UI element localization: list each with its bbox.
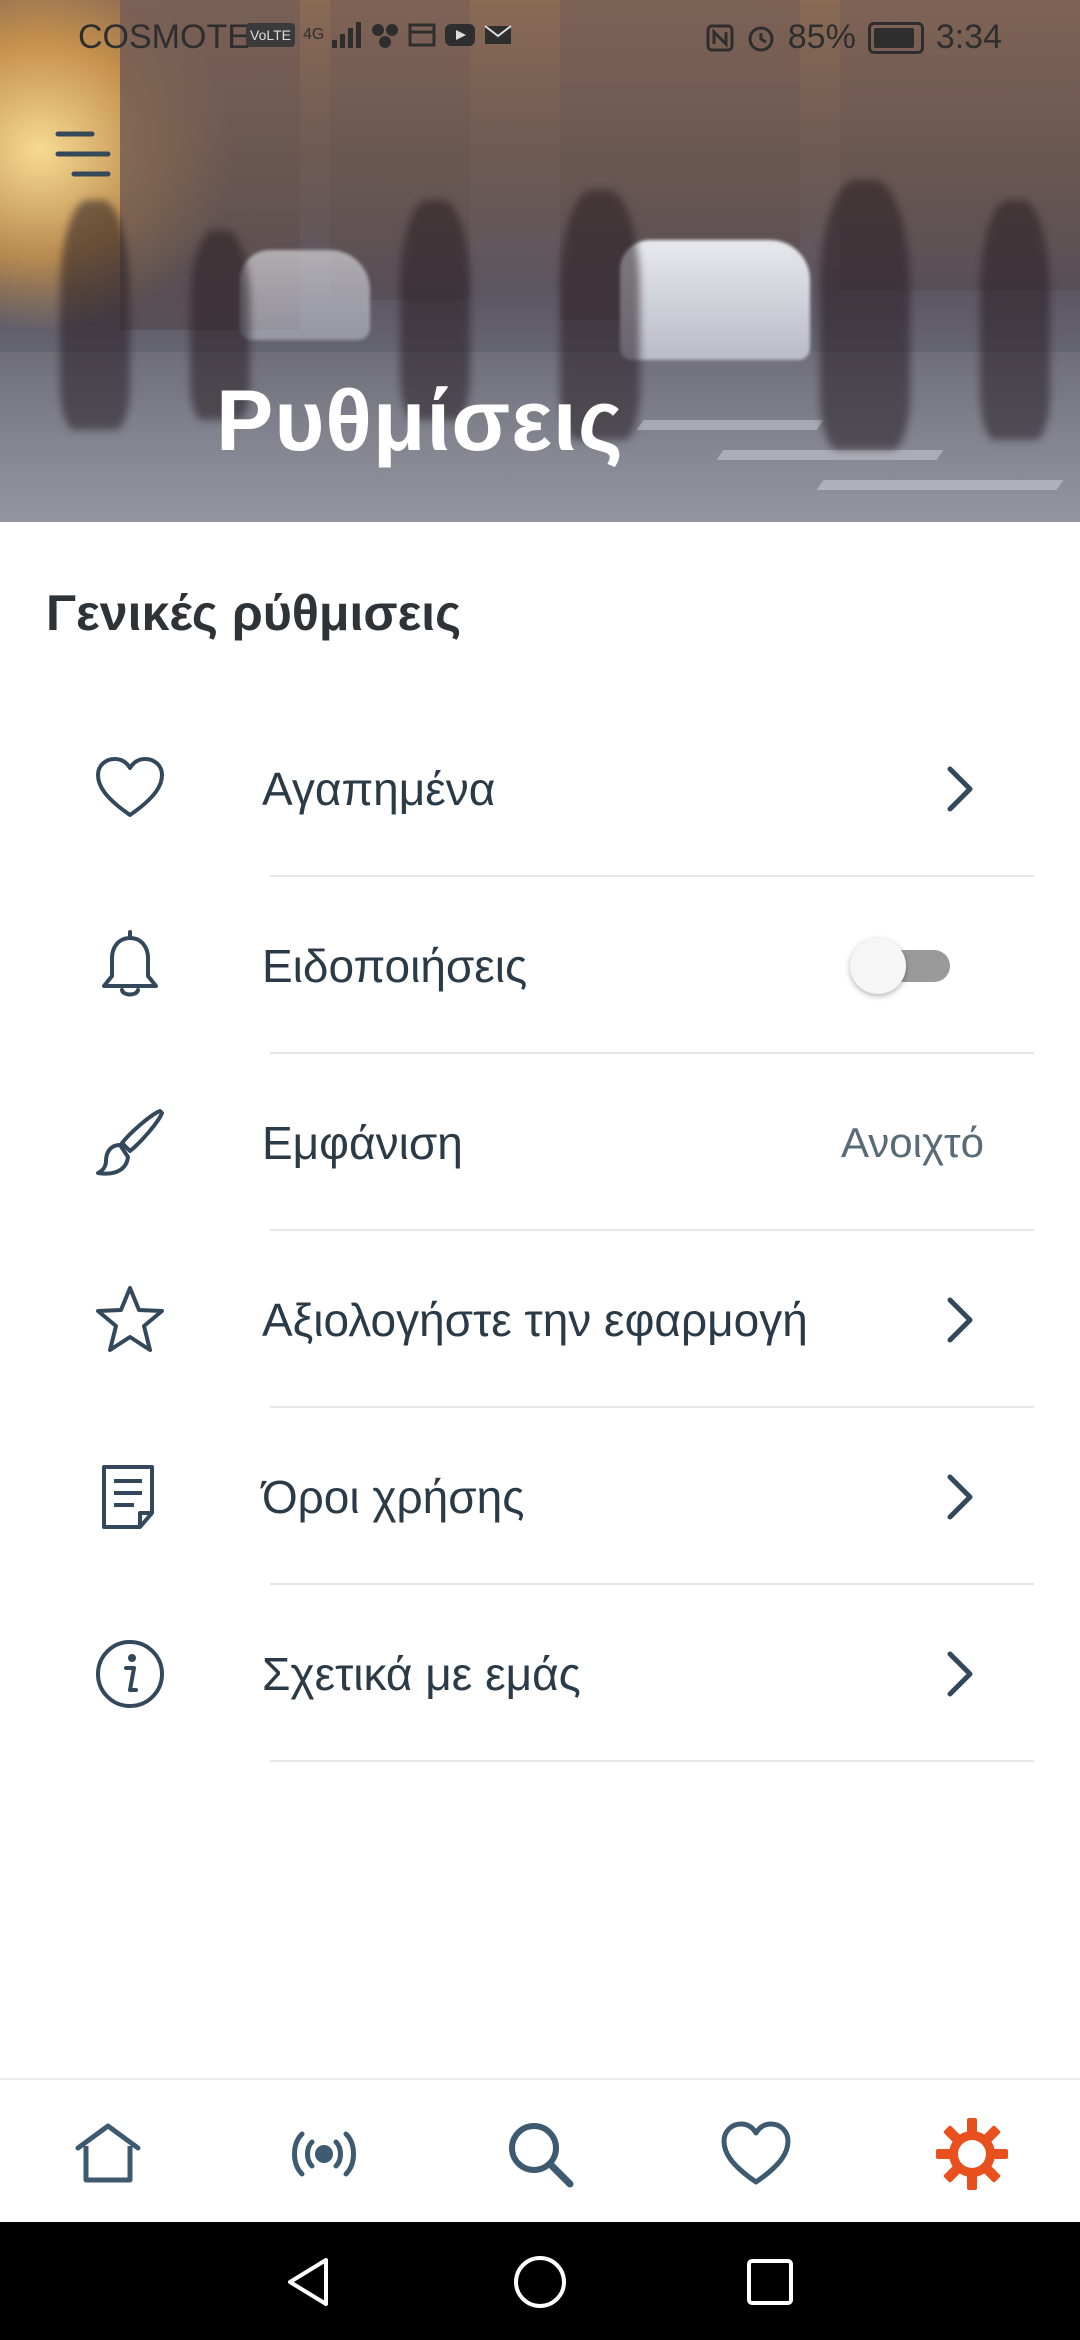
- section-title: Γενικές ρύθμισεις: [46, 585, 462, 641]
- heart-icon: [721, 2121, 791, 2185]
- settings-item-rate-app[interactable]: Αξιολογήστε την εφαρμογή: [0, 1231, 1080, 1408]
- settings-item-label: Αξιολογήστε την εφαρμογή: [262, 1293, 808, 1346]
- settings-item-appearance[interactable]: Εμφάνιση Ανοιχτό: [0, 1054, 1080, 1231]
- status-icons: VoLTE 4G: [246, 22, 512, 48]
- appearance-value: Ανοιχτό: [841, 1118, 984, 1166]
- nav-home[interactable]: [68, 2114, 148, 2194]
- network-type: 4G: [303, 26, 325, 43]
- background-person: [60, 200, 130, 430]
- background-crosswalk: [636, 420, 824, 430]
- settings-item-label: Ειδοποιήσεις: [262, 939, 528, 992]
- background-car: [240, 250, 370, 340]
- nav-favorites[interactable]: [716, 2114, 796, 2194]
- system-recents-button[interactable]: [740, 2252, 800, 2312]
- nav-settings[interactable]: [932, 2114, 1012, 2194]
- chevron-right-icon: [947, 1651, 973, 1696]
- system-navigation-bar: [0, 2222, 1080, 2340]
- system-home-button[interactable]: [510, 2252, 570, 2312]
- info-icon: [96, 1639, 164, 1708]
- settings-item-favorites[interactable]: Αγαπημένα: [0, 700, 1080, 877]
- settings-item-label: Όροι χρήσης: [262, 1470, 525, 1523]
- toggle-thumb: [850, 937, 906, 994]
- background-person: [980, 200, 1050, 440]
- home-circle-icon: [514, 2256, 566, 2308]
- youtube-icon: [445, 24, 476, 46]
- nav-search[interactable]: [500, 2114, 580, 2194]
- signal-icon: [332, 22, 362, 48]
- status-bar: COSMOTE VoLTE 4G 85% 3:34: [0, 0, 1080, 74]
- home-icon: [75, 2123, 141, 2183]
- background-car: [620, 240, 810, 360]
- settings-item-label: Αγαπημένα: [262, 762, 496, 815]
- nav-live-radio[interactable]: [284, 2114, 364, 2194]
- status-right-group: 85% 3:34: [706, 18, 1002, 57]
- gear-icon: [936, 2118, 1008, 2190]
- chevron-right-icon: [947, 766, 973, 811]
- search-icon: [509, 2123, 574, 2188]
- hamburger-menu-icon: [55, 131, 111, 177]
- brush-icon: [96, 1108, 164, 1176]
- app-notification-icon: [372, 24, 399, 48]
- star-icon: [96, 1285, 164, 1352]
- menu-button[interactable]: [52, 124, 116, 188]
- bell-icon: [102, 929, 158, 996]
- nfc-icon: [706, 24, 734, 51]
- battery-icon: [867, 21, 924, 54]
- settings-item-label: Σχετικά με εμάς: [262, 1647, 581, 1700]
- settings-item-about[interactable]: Σχετικά με εμάς: [0, 1585, 1080, 1762]
- clock: 3:34: [935, 18, 1002, 56]
- radio-icon: [292, 2131, 356, 2177]
- background-crosswalk: [716, 450, 944, 460]
- volte-badge: VoLTE: [246, 23, 295, 47]
- settings-item-terms[interactable]: Όροι χρήσης: [0, 1408, 1080, 1585]
- battery-percent: 85%: [787, 18, 856, 56]
- background-crosswalk: [816, 480, 1064, 490]
- recents-square-icon: [747, 2259, 793, 2305]
- alarm-icon: [748, 26, 774, 51]
- background-person: [820, 180, 910, 450]
- mail-icon: [484, 25, 512, 44]
- settings-list: Αγαπημένα Ειδοποιήσεις Εμφάνιση Ανοιχτό: [0, 700, 1080, 1762]
- divider: [270, 1760, 1034, 1762]
- carrier-label: COSMOTE: [78, 18, 250, 56]
- heart-icon: [96, 756, 164, 817]
- system-back-button[interactable]: [280, 2252, 340, 2312]
- page-title: Ρυθμίσεις: [216, 373, 624, 469]
- document-icon: [102, 1464, 154, 1529]
- calendar-icon: [408, 23, 436, 47]
- chevron-right-icon: [947, 1297, 973, 1342]
- notifications-toggle[interactable]: [850, 937, 950, 994]
- settings-item-notifications[interactable]: Ειδοποιήσεις: [0, 877, 1080, 1054]
- chevron-right-icon: [947, 1474, 973, 1519]
- settings-item-label: Εμφάνιση: [262, 1116, 463, 1169]
- back-triangle-icon: [288, 2258, 328, 2306]
- bottom-nav: [0, 2078, 1080, 2224]
